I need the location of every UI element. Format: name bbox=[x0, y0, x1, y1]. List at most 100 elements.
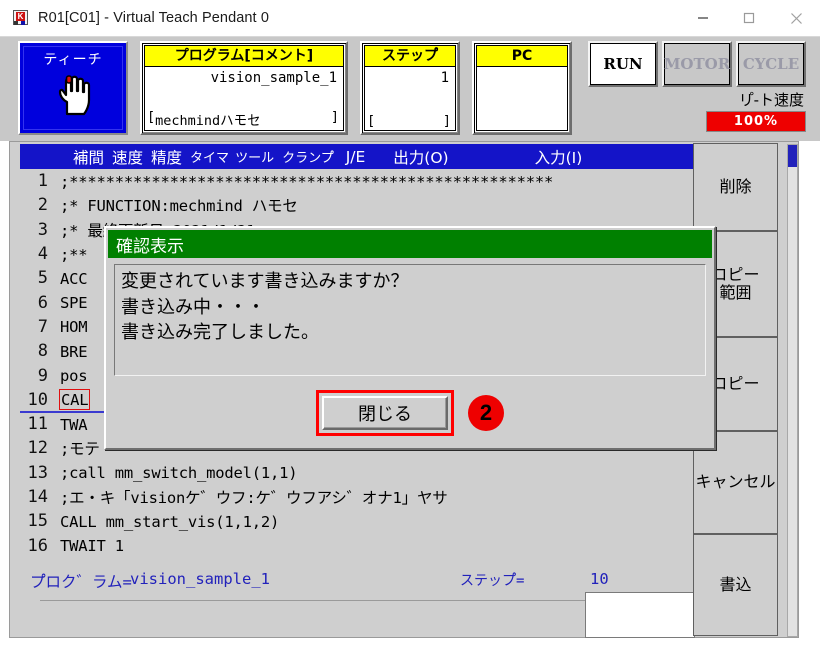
dialog-close-button[interactable]: 閉じる bbox=[322, 396, 448, 430]
program-field[interactable]: プログラム[コメント] vision_sample_1 [ mechmindハモ… bbox=[140, 41, 348, 135]
dialog-message-line-3: 書き込み完了しました。 bbox=[121, 322, 319, 344]
program-line-number: 10 bbox=[27, 389, 48, 410]
program-line-text-wrap: CAL bbox=[59, 389, 91, 411]
run-lamp[interactable]: RUN bbox=[588, 41, 658, 87]
status-step-value: 10 bbox=[590, 570, 609, 588]
pc-field[interactable]: PC bbox=[472, 41, 572, 135]
function-key-delete[interactable]: 削除 bbox=[693, 143, 778, 231]
program-line-text-wrap: BRE bbox=[60, 342, 88, 361]
program-line-text-wrap: ;** bbox=[60, 245, 88, 264]
app-icon: K bbox=[13, 9, 30, 27]
cycle-lamp-label: CYCLE bbox=[738, 43, 804, 85]
function-key-label: キャンセル bbox=[695, 472, 776, 492]
program-line[interactable]: 13 ;call mm_switch_model(1,1) bbox=[20, 461, 697, 485]
program-field-title: プログラム[コメント] bbox=[145, 46, 343, 67]
maximize-button[interactable] bbox=[726, 0, 772, 36]
function-key-label: 書込 bbox=[719, 574, 752, 594]
pendant-header: ティーチ プログラム[コメント] vision_sample_1 [ mechm… bbox=[0, 37, 820, 141]
program-line-text: HOM bbox=[60, 318, 88, 337]
program-line-text: BRE bbox=[60, 342, 88, 361]
program-line-text-wrap: pos bbox=[60, 366, 88, 386]
column-header-accuracy: 精度 bbox=[151, 148, 183, 167]
step-field-value: 1 bbox=[440, 70, 449, 86]
column-header-output: 出力(O) bbox=[393, 148, 449, 167]
program-scrollbar[interactable] bbox=[787, 144, 798, 637]
program-line[interactable]: 1 ;**************************************… bbox=[20, 169, 697, 193]
program-line-text: ;エ・キ「visionケ゛ウフ:ケ゛ウフアシ゛オナ1」ヤサ bbox=[60, 489, 448, 507]
step-field[interactable]: ステップ゚ 1 [ ] bbox=[360, 41, 460, 135]
speed-override-label: リ゚-ト速度 bbox=[738, 91, 804, 109]
column-header-je: J/E bbox=[345, 147, 366, 166]
program-line-text-wrap: ;モテ bbox=[60, 437, 100, 459]
virtual-teach-pendant-window: K R01[C01] - Virtual Teach Pendant 0 ティー… bbox=[0, 0, 820, 649]
step-bracket-text bbox=[375, 113, 443, 129]
window-controls bbox=[680, 0, 820, 36]
function-key-write[interactable]: 書込 bbox=[693, 534, 778, 636]
value-input-field[interactable] bbox=[585, 592, 695, 638]
program-line[interactable]: 2 ;* FUNCTION:mechmind ハモセ bbox=[20, 193, 697, 217]
program-line-number: 2 bbox=[37, 195, 48, 216]
program-comment-text: mechmindハモセ bbox=[155, 113, 261, 129]
column-header-speed: 速度 bbox=[112, 148, 144, 167]
program-line-text: CALL mm_start_vis(1,1,2) bbox=[60, 512, 280, 531]
program-line-text: ;モテ bbox=[60, 440, 100, 459]
program-scrollbar-thumb[interactable] bbox=[788, 145, 797, 167]
program-comment-close: ] bbox=[330, 109, 339, 125]
run-lamp-label: RUN bbox=[590, 43, 656, 85]
cycle-lamp[interactable]: CYCLE bbox=[736, 41, 806, 87]
annotation-badge-2: 2 bbox=[468, 395, 504, 431]
program-line-text-wrap: ;call mm_switch_model(1,1) bbox=[60, 463, 298, 482]
dialog-title: 確認表示 bbox=[108, 230, 712, 258]
dialog-message-body: 変更されています書き込みますか？ 書き込み中・・・ 書き込み完了しました。 bbox=[114, 264, 706, 376]
window-title: R01[C01] - Virtual Teach Pendant 0 bbox=[38, 10, 269, 26]
teach-mode-button[interactable]: ティーチ bbox=[18, 41, 128, 135]
program-line-text-wrap: SPE bbox=[60, 293, 88, 313]
motor-lamp-label: MOTOR bbox=[664, 43, 730, 85]
dialog-message-line-2: 書き込み中・・・ bbox=[121, 296, 265, 318]
program-line-number: 6 bbox=[37, 292, 48, 313]
close-button-highlight: 閉じる bbox=[316, 390, 454, 436]
program-line-number: 15 bbox=[27, 511, 48, 532]
program-line-text: ;* FUNCTION:mechmind ハモセ bbox=[60, 197, 298, 216]
status-lamps: RUN MOTOR CYCLE bbox=[588, 41, 806, 87]
hand-pointer-icon bbox=[53, 72, 93, 121]
program-line-text: pos bbox=[60, 367, 88, 386]
program-line-text: SPE bbox=[60, 294, 88, 313]
step-field-title: ステップ゚ bbox=[365, 46, 455, 67]
function-key-label: コピー bbox=[711, 373, 760, 393]
program-line-number: 14 bbox=[27, 487, 48, 507]
column-header-timer: タイマ bbox=[190, 151, 230, 166]
program-field-value: vision_sample_1 bbox=[210, 70, 337, 86]
function-key-label: 削除 bbox=[719, 176, 752, 196]
message-area bbox=[20, 602, 590, 634]
program-line-number: 9 bbox=[37, 365, 48, 386]
teach-button-label: ティーチ bbox=[43, 52, 103, 68]
program-line-text: CAL bbox=[61, 391, 89, 410]
status-step-label: ステップ゚= bbox=[460, 573, 525, 589]
minimize-button[interactable] bbox=[680, 0, 726, 36]
pc-field-title: PC bbox=[477, 46, 567, 67]
program-line[interactable]: 14 ;エ・キ「visionケ゛ウフ:ケ゛ウフアシ゛オナ1」ヤサ bbox=[20, 485, 697, 509]
program-line-text-wrap: ;***************************************… bbox=[60, 172, 553, 191]
function-key-label: コピー 範囲 bbox=[711, 264, 760, 302]
motor-lamp[interactable]: MOTOR bbox=[662, 41, 732, 87]
program-line-number: 3 bbox=[37, 219, 48, 240]
column-header-input: 入力(I) bbox=[534, 148, 583, 167]
program-line-text-wrap: CALL mm_start_vis(1,1,2) bbox=[60, 512, 279, 531]
program-line-number: 11 bbox=[27, 414, 48, 435]
program-line-number: 8 bbox=[37, 341, 48, 362]
step-bracket-open: [ bbox=[367, 113, 376, 129]
program-line[interactable]: 15 CALL mm_start_vis(1,1,2) bbox=[20, 509, 697, 533]
window-titlebar: K R01[C01] - Virtual Teach Pendant 0 bbox=[0, 0, 820, 37]
dialog-footer: 閉じる 2 bbox=[106, 384, 714, 442]
status-program-value: vision_sample_1 bbox=[130, 570, 270, 588]
close-button[interactable] bbox=[772, 0, 820, 36]
program-line[interactable]: 16 TWAIT 1 bbox=[20, 533, 697, 557]
speed-override-value[interactable]: 100% bbox=[706, 111, 806, 132]
program-line-number: 7 bbox=[37, 316, 48, 337]
column-header-tool: ツール bbox=[235, 151, 275, 166]
dialog-message-line-1: 変更されています書き込みますか？ bbox=[121, 271, 409, 292]
program-line-text: TWA bbox=[60, 415, 88, 434]
program-line-number: 4 bbox=[37, 244, 48, 265]
program-line-text: ACC bbox=[60, 269, 88, 288]
